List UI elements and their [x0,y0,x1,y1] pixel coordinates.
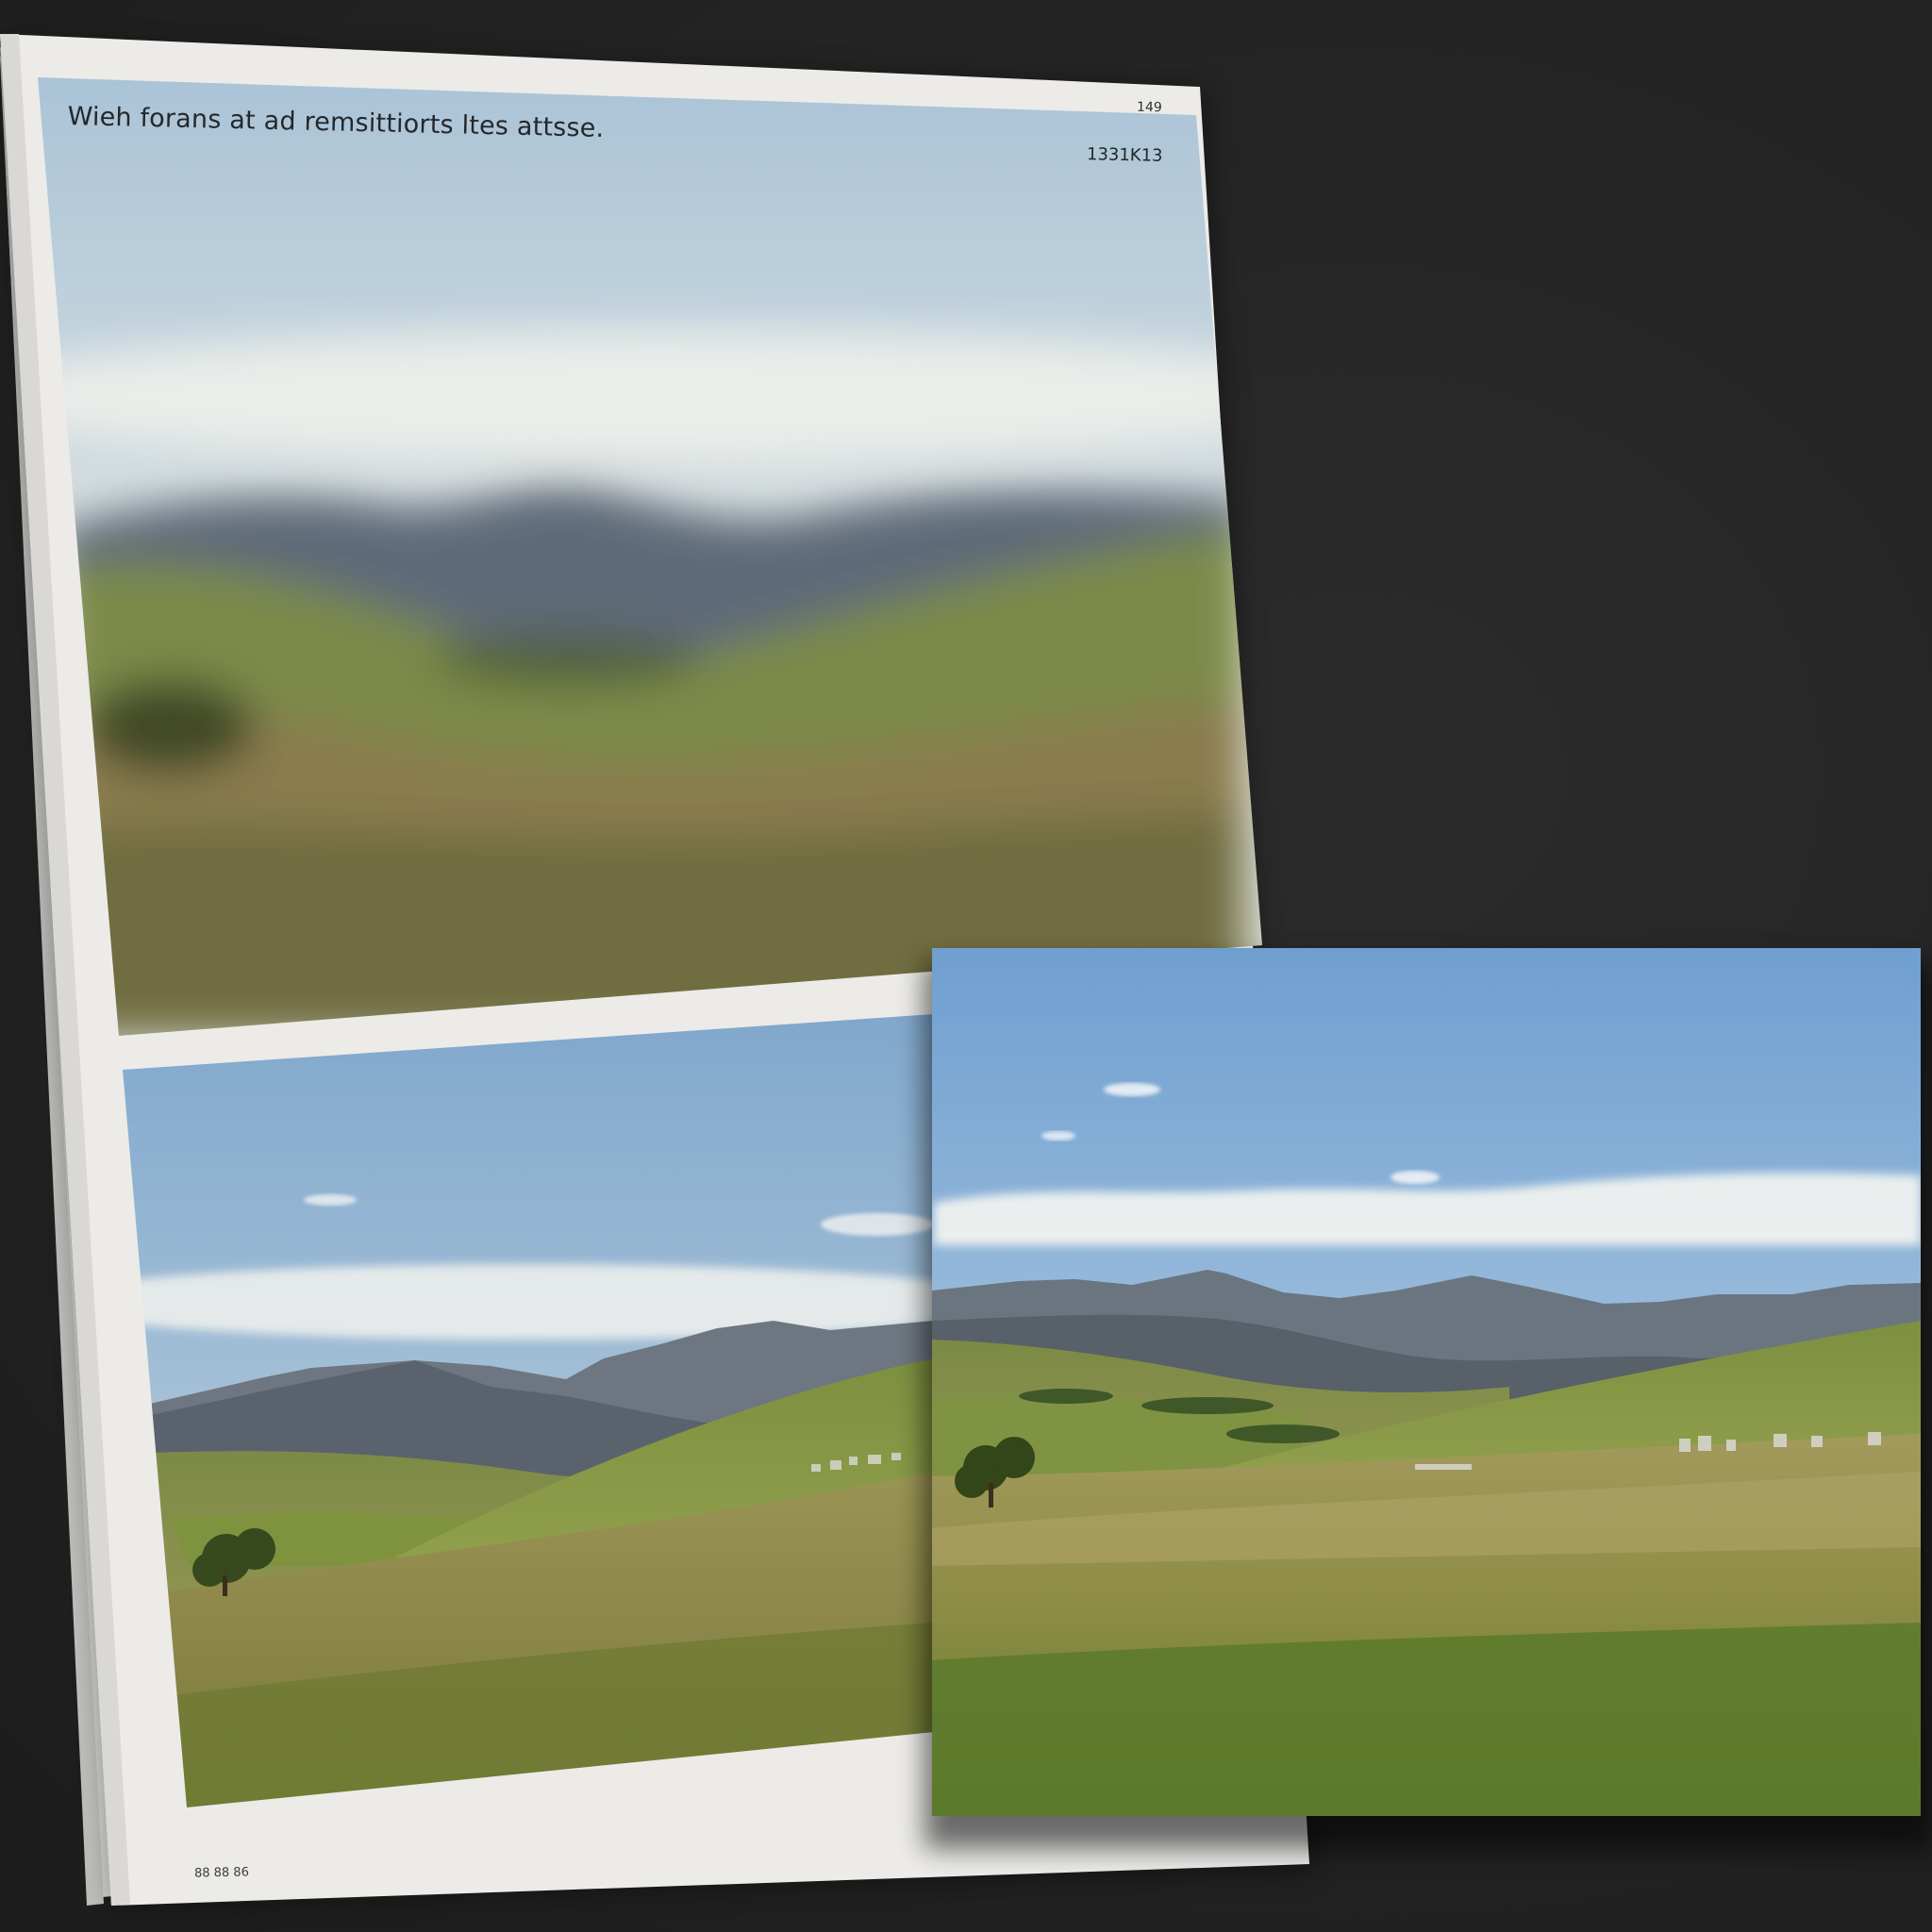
landscape-photo-magazine [123,1014,934,1807]
page-number: 149 [1136,99,1162,116]
scene: Wieh forans at ad remsittiorts ltes atts… [0,0,1932,1932]
landscape-print [932,948,1921,1816]
scene-graphic [0,34,1932,1907]
page-footer: 88 88 86 [193,1865,250,1881]
blurred-landscape-photo [38,77,1262,1036]
photo-code: 1331K13 [1086,144,1163,166]
